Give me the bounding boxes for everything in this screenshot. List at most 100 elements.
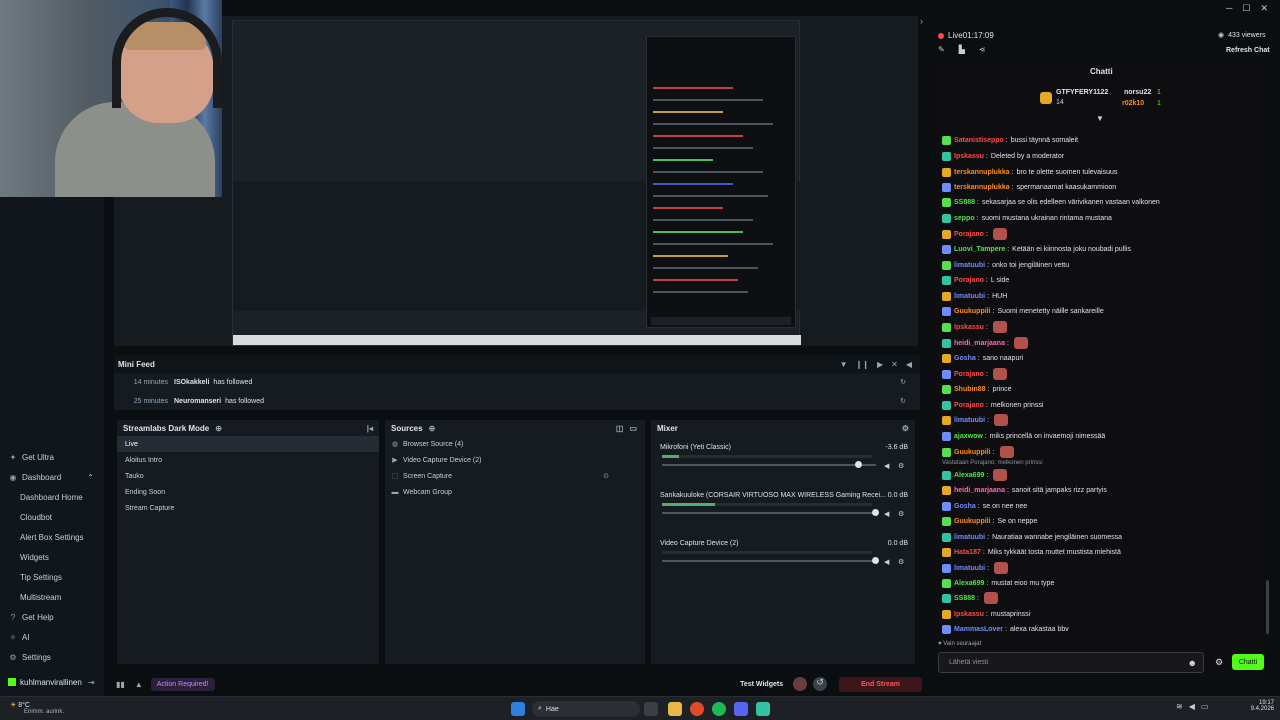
chat-username[interactable]: Gosha <box>954 503 976 510</box>
gear-icon[interactable]: ⚙ <box>902 424 909 433</box>
discord-icon[interactable] <box>734 702 748 716</box>
chat-username[interactable]: SS888 <box>954 199 975 206</box>
source-item-video-capture[interactable]: ▶ Video Capture Device (2) <box>385 452 645 468</box>
sidebar-item-dashboard-home[interactable]: Dashboard Home <box>0 487 104 507</box>
spotify-icon[interactable] <box>712 702 726 716</box>
speaker-icon[interactable]: ◀ <box>1189 702 1195 711</box>
refresh-chat-button[interactable]: Refresh Chat <box>1226 47 1270 54</box>
browser-icon[interactable] <box>690 702 704 716</box>
stats-icon[interactable]: ▮▮ <box>116 680 125 689</box>
filter-icon[interactable]: ▼ <box>840 360 848 369</box>
sidebar-item-alert-box-settings[interactable]: Alert Box Settings <box>0 527 104 547</box>
sidebar-item-tip-settings[interactable]: Tip Settings <box>0 567 104 587</box>
chat-username[interactable]: Shubin88 <box>954 386 986 393</box>
test-widgets-button[interactable]: Test Widgets <box>740 681 783 688</box>
chat-settings-icon[interactable]: ⚙ <box>1215 657 1223 668</box>
close-icon[interactable]: ✕ <box>1260 3 1268 14</box>
taskbar-search[interactable]: ⌕ Hae <box>532 701 640 717</box>
chat-username[interactable]: Guukuppili <box>954 308 991 315</box>
volume-slider-knob[interactable] <box>872 557 879 564</box>
sidebar-ai[interactable]: ✧ AI <box>0 627 104 647</box>
battery-icon[interactable]: ▭ <box>1201 702 1209 711</box>
chat-scrollbar[interactable] <box>1266 580 1269 634</box>
sidebar-item-multistream[interactable]: Multistream <box>0 587 104 607</box>
channel-gear-icon[interactable]: ⚙ <box>898 462 904 470</box>
mute-alerts-icon[interactable]: ✕ <box>891 360 898 369</box>
chat-username[interactable]: terskannuplukka <box>954 169 1010 176</box>
chat-username[interactable]: limatuubi <box>954 417 985 424</box>
chat-username[interactable]: limatuubi <box>954 262 985 269</box>
windows-start-icon[interactable] <box>511 702 525 716</box>
chat-username[interactable]: Porajano <box>954 277 984 284</box>
mute-icon[interactable]: ◀ <box>884 462 889 470</box>
emoji-icon[interactable]: ☻ <box>1188 658 1197 668</box>
replay-buffer-icon[interactable]: ↺ <box>813 677 828 691</box>
end-stream-button[interactable]: End Stream <box>839 676 922 692</box>
scene-item-ending-soon[interactable]: Ending Soon <box>117 484 379 500</box>
sidebar-get-ultra[interactable]: ✦ Get Ultra <box>0 447 104 467</box>
chat-username[interactable]: limatuubi <box>954 534 985 541</box>
chat-username[interactable]: limatuubi <box>954 293 985 300</box>
sidebar-dashboard[interactable]: ◉ Dashboard ⌃ <box>0 467 104 487</box>
file-explorer-icon[interactable] <box>668 702 682 716</box>
chat-username[interactable]: terskannuplukka <box>954 184 1010 191</box>
chat-username[interactable]: Ipskassu <box>954 324 984 331</box>
folder-icon[interactable]: ▭ <box>629 424 637 433</box>
chat-username[interactable]: Porajano <box>954 402 984 409</box>
volume-slider[interactable] <box>662 557 879 564</box>
volume-slider-knob[interactable] <box>872 509 879 516</box>
chat-username[interactable]: Hata187 <box>954 549 981 556</box>
chat-username[interactable]: Gosha <box>954 355 976 362</box>
chat-username[interactable]: Guukuppili <box>954 518 991 525</box>
weather-widget[interactable]: ☀ 8°C <box>10 701 30 709</box>
task-view-icon[interactable] <box>644 702 658 716</box>
chat-username[interactable]: limatuubi <box>954 565 985 572</box>
clip-icon[interactable]: ▙ <box>959 45 965 54</box>
chat-username[interactable]: seppo <box>954 215 975 222</box>
streamlabs-icon[interactable] <box>756 702 770 716</box>
chat-username[interactable]: Ipskassu <box>954 611 984 618</box>
edit-icon[interactable]: ✎ <box>938 45 945 54</box>
chat-username[interactable]: Alexa699 <box>954 580 984 587</box>
chat-username[interactable]: Satanistiseppo <box>954 137 1004 144</box>
filter-icon[interactable]: ◫ <box>616 424 624 433</box>
collapse-chat-icon[interactable]: › <box>920 16 923 26</box>
volume-slider[interactable] <box>662 509 879 516</box>
collapse-icon[interactable]: |◂ <box>367 424 373 433</box>
chat-username[interactable]: heidi_marjaana <box>954 487 1005 494</box>
clock[interactable]: 19:17 9.4.2026 <box>1240 700 1274 712</box>
channel-gear-icon[interactable]: ⚙ <box>898 558 904 566</box>
chat-send-button[interactable]: Chatti <box>1232 654 1264 670</box>
scene-item-stream-capture[interactable]: Stream Capture <box>117 500 379 516</box>
scene-item-tauko[interactable]: Tauko <box>117 468 379 484</box>
pin-icon[interactable]: ▼ <box>1096 114 1104 123</box>
channel-gear-icon[interactable]: ⚙ <box>898 510 904 518</box>
share-icon[interactable]: ⋖ <box>979 45 986 54</box>
chat-username[interactable]: Alexa699 <box>954 472 984 479</box>
volume-slider-knob[interactable] <box>854 461 862 468</box>
pause-icon[interactable]: ❙❙ <box>856 360 869 369</box>
mute-icon[interactable]: ◀ <box>884 558 889 566</box>
chat-username[interactable]: MammasLover <box>954 626 1003 633</box>
source-item-screen-capture[interactable]: ⬚ Screen Capture ⊙ <box>385 468 645 484</box>
chat-username[interactable]: Porajano <box>954 231 984 238</box>
chat-username[interactable]: heidi_marjaana <box>954 340 1005 347</box>
sidebar-get-help[interactable]: ? Get Help <box>0 607 104 627</box>
chat-input[interactable]: Lähetä viesti ☻ <box>938 652 1204 673</box>
maximize-icon[interactable]: ☐ <box>1242 3 1250 14</box>
sidebar-item-widgets[interactable]: Widgets <box>0 547 104 567</box>
minimize-icon[interactable]: ─ <box>1226 3 1232 14</box>
sidebar-settings[interactable]: ⚙ Settings <box>0 647 104 667</box>
scene-item-live[interactable]: Live <box>117 436 379 452</box>
logout-icon[interactable]: ⇥ <box>88 678 95 687</box>
skip-icon[interactable]: ▶ <box>877 360 883 369</box>
source-item-browser-source[interactable]: ◍ Browser Source (4) <box>385 436 645 452</box>
replay-icon[interactable]: ↻ <box>900 378 906 386</box>
user-account[interactable]: kuhlmanvirallinen ⇥ <box>0 672 104 692</box>
volume-slider[interactable] <box>662 461 876 468</box>
record-icon[interactable] <box>793 677 808 691</box>
sidebar-item-cloudbot[interactable]: Cloudbot <box>0 507 104 527</box>
action-required-button[interactable]: Action Required! <box>150 677 215 691</box>
wifi-icon[interactable]: ≋ <box>1176 702 1183 711</box>
chat-username[interactable]: Guukuppili <box>954 449 991 456</box>
